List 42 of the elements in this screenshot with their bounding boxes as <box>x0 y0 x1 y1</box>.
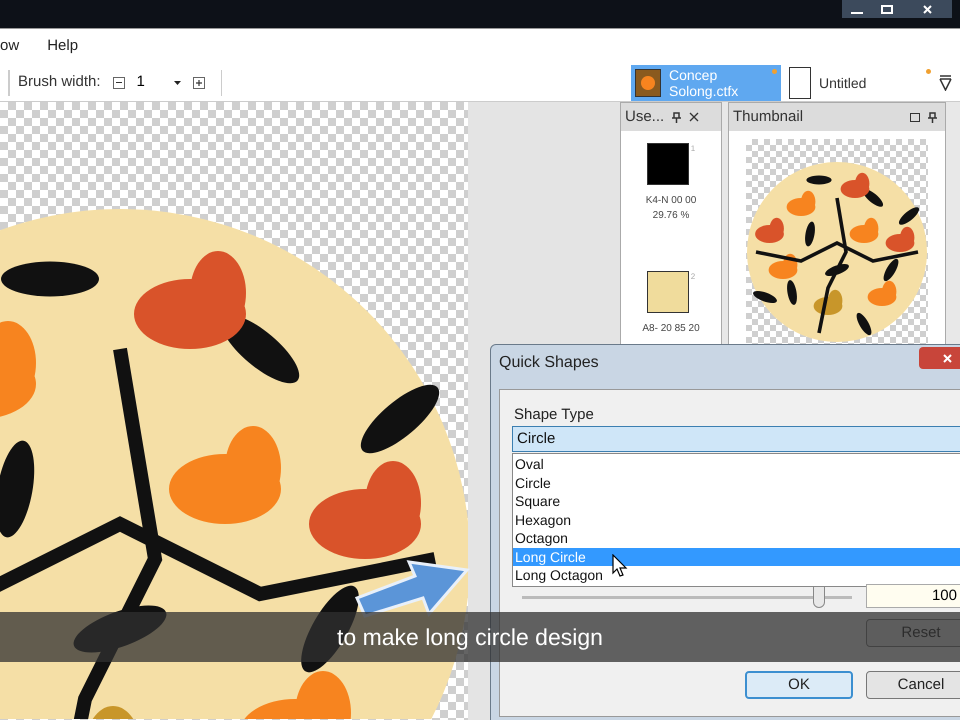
panel-title: Thumbnail <box>733 106 804 127</box>
slider-thumb[interactable] <box>813 586 825 608</box>
shape-type-dropdown[interactable]: Circle <box>512 426 960 452</box>
dropdown-option[interactable]: Circle <box>513 474 960 492</box>
subtitle-text: to make long circle design <box>337 622 604 652</box>
mouse-cursor-icon <box>612 554 628 578</box>
color-name: A8- 20 85 20 <box>642 322 700 336</box>
dropdown-option[interactable]: Oval <box>513 455 960 474</box>
dropdown-option[interactable]: Octagon <box>513 529 960 548</box>
caret-icon[interactable] <box>174 80 181 84</box>
dialog-button[interactable]: Cancel <box>866 671 960 699</box>
color-name: K4-N 00 00 <box>646 194 696 208</box>
swatch-index: 2 <box>690 271 696 283</box>
blank-page-icon <box>789 66 811 98</box>
color-share: 29.76 % <box>652 209 690 223</box>
dropdown-icon[interactable] <box>939 74 952 90</box>
pin-icon[interactable] <box>672 112 682 122</box>
maximize-icon[interactable] <box>910 112 920 122</box>
color-swatch[interactable] <box>646 143 689 185</box>
dropdown-option[interactable]: Square <box>513 492 960 510</box>
dialog-button[interactable]: OK <box>745 671 853 699</box>
document-name: Untitled <box>819 74 866 90</box>
dialog-title: Quick Shapes <box>499 353 599 373</box>
value-field[interactable]: 100 <box>866 584 960 608</box>
menu-item[interactable]: ow <box>0 35 20 58</box>
brush-width-field[interactable]: 1 <box>132 70 185 94</box>
color-swatch[interactable] <box>646 271 689 313</box>
close-icon[interactable] <box>902 0 952 18</box>
minimize-icon[interactable] <box>842 0 872 18</box>
close-icon[interactable] <box>689 112 700 122</box>
dropdown-option[interactable]: Hexagon <box>513 510 960 529</box>
pin-icon[interactable] <box>928 112 937 122</box>
panel-title: Use... <box>625 106 664 127</box>
document-name: Concep Solong.ctfx <box>669 66 738 98</box>
pattern-thumbnail-icon <box>635 68 661 96</box>
decrease-icon[interactable] <box>112 76 125 88</box>
increase-icon[interactable] <box>192 76 205 88</box>
swatch-index: 1 <box>690 143 696 155</box>
brush-width-label: Brush width: <box>18 72 101 92</box>
shape-type-label: Shape Type <box>514 405 594 425</box>
menu-item[interactable]: Help <box>47 35 78 58</box>
dropdown-option[interactable]: Long Octagon <box>513 566 960 584</box>
